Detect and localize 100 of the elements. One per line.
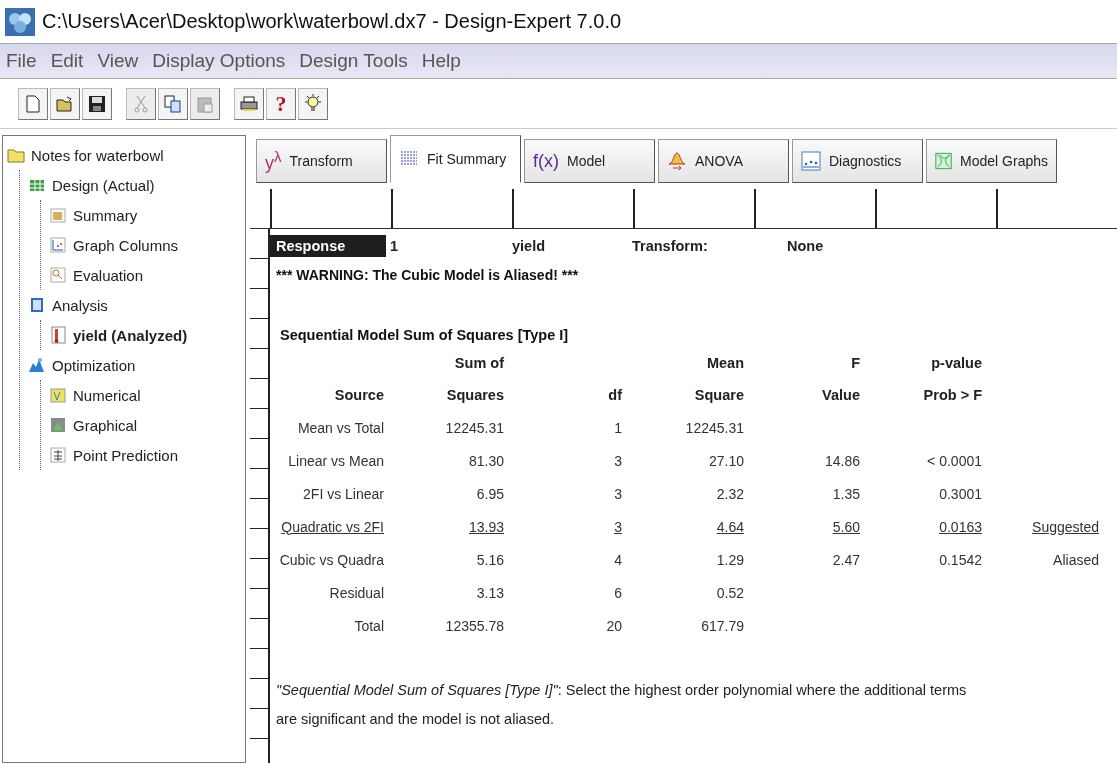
table-cell: < 0.0001 — [927, 452, 982, 469]
table-cell: 3 — [614, 518, 622, 535]
light-bulb-icon — [303, 93, 323, 114]
prediction-icon — [49, 446, 67, 464]
table-cell: 0.0163 — [939, 518, 982, 535]
row-header-cell — [250, 289, 270, 319]
tab[interactable]: y$^{λ}$ Transform — [256, 139, 387, 183]
transform-label: Transform: — [631, 238, 709, 254]
analysis-icon — [28, 296, 46, 314]
contour-plot-icon — [935, 151, 953, 171]
table-cell: 2.47 — [832, 551, 860, 568]
tree-item[interactable]: Point Prediction — [49, 440, 245, 470]
menu-item[interactable]: Design Tools — [299, 50, 408, 72]
table-cell: Mean vs Total — [297, 419, 384, 436]
table-cell: Residual — [329, 584, 384, 601]
table-cell: 2FI vs Linear — [303, 485, 384, 502]
menu-item[interactable]: Help — [421, 50, 461, 72]
row-header-cell — [250, 589, 270, 619]
table-cell: Aliased — [1053, 551, 1099, 568]
evaluation-icon — [49, 266, 67, 284]
tree-item[interactable]: Optimization — [28, 350, 245, 380]
menu-item[interactable]: File — [6, 50, 37, 72]
row-header-cell — [250, 469, 270, 499]
tab[interactable]: f(x) Model — [524, 139, 655, 183]
table-cell: 0.52 — [716, 584, 744, 601]
tree-item[interactable]: Notes for waterbowl — [7, 140, 245, 170]
table-cell: 0.1542 — [939, 551, 982, 568]
tab[interactable]: Diagnostics — [792, 139, 923, 183]
response-icon — [49, 326, 67, 344]
column-header: Square — [694, 387, 744, 403]
toolbar-button[interactable] — [298, 87, 328, 120]
tree-item[interactable]: Design (Actual) — [28, 170, 245, 200]
row-header-cell — [250, 259, 270, 289]
scissors-icon — [131, 93, 151, 114]
row-header-cell — [250, 409, 270, 439]
tab[interactable]: ANOVA — [658, 139, 789, 183]
row-header-cell — [250, 649, 270, 679]
summary-icon — [49, 206, 67, 224]
tab[interactable]: Fit Summary — [390, 135, 521, 183]
response-name: yield — [511, 238, 547, 254]
bell-curve-icon — [667, 151, 687, 171]
column-header: df — [608, 387, 622, 403]
column-header: Squares — [446, 387, 504, 403]
tree-item[interactable]: Summary — [49, 200, 245, 230]
table-cell: 14.86 — [824, 452, 860, 469]
column-header: Sum of — [454, 355, 504, 371]
window-title: C:\Users\Acer\Desktop\work\waterbowl.dx7 - Design-Expert 7.0.0 — [42, 10, 622, 33]
column-header: Value — [822, 387, 860, 403]
scatter-plot-icon — [801, 151, 821, 171]
table-cell: 3.13 — [476, 584, 504, 601]
app-icon — [4, 6, 36, 37]
table-cell: 81.30 — [468, 452, 504, 469]
row-header-cell — [250, 379, 270, 409]
toolbar-button[interactable] — [234, 87, 264, 120]
table-cell: 6 — [614, 584, 622, 601]
table-cell: Cubic vs Quadra — [279, 551, 384, 568]
row-header-cell — [250, 619, 270, 649]
tree-item[interactable]: Numerical — [49, 380, 245, 410]
table-cell: 4 — [614, 551, 622, 568]
tree-item[interactable]: yield (Analyzed) — [49, 320, 245, 350]
row-header-cell — [250, 439, 270, 469]
table-cell: 617.79 — [701, 617, 744, 634]
tab[interactable]: Model Graphs — [926, 139, 1057, 183]
optimization-icon — [28, 356, 46, 374]
table-cell: 5.60 — [832, 518, 860, 535]
table-cell: 13.93 — [468, 518, 504, 535]
table-cell: 5.16 — [476, 551, 504, 568]
tree-item[interactable]: Graphical — [49, 410, 245, 440]
table-cell: 12245.31 — [445, 419, 504, 436]
graphical-icon — [49, 416, 67, 434]
table-cell: 1.35 — [832, 485, 860, 502]
table-cell: Linear vs Mean — [288, 452, 384, 469]
graph-icon — [49, 236, 67, 254]
toolbar-button[interactable] — [82, 87, 112, 120]
table-cell: 27.10 — [708, 452, 744, 469]
response-label: Response — [270, 235, 386, 257]
tree-item[interactable]: Evaluation — [49, 260, 245, 290]
help-button[interactable]: ? — [266, 87, 296, 120]
table-cell: 1 — [614, 419, 622, 436]
table-cell: 3 — [614, 452, 622, 469]
menu-item[interactable]: Edit — [50, 50, 84, 72]
table-cell: 12245.31 — [685, 419, 744, 436]
row-header-cell — [250, 349, 270, 379]
table-cell: 20 — [606, 617, 622, 634]
table-cell: 3 — [614, 485, 622, 502]
tree-item[interactable]: Graph Columns — [49, 230, 245, 260]
tree-item[interactable]: Analysis — [28, 290, 245, 320]
row-header-cell — [250, 679, 270, 709]
table-title: Sequential Model Sum of Squares [Type I] — [280, 327, 570, 343]
response-number: 1 — [389, 238, 400, 254]
menu-item[interactable]: View — [97, 50, 139, 72]
table-cell: 1.29 — [716, 551, 744, 568]
row-header-cell — [250, 529, 270, 559]
table-cell: 6.95 — [476, 485, 504, 502]
row-header-cell — [250, 499, 270, 529]
column-header: Source — [334, 387, 384, 403]
column-header: p-value — [931, 355, 982, 371]
menu-item[interactable]: Display Options — [152, 50, 286, 72]
numerical-icon — [49, 386, 67, 404]
table-cell: 12355.78 — [445, 617, 504, 634]
